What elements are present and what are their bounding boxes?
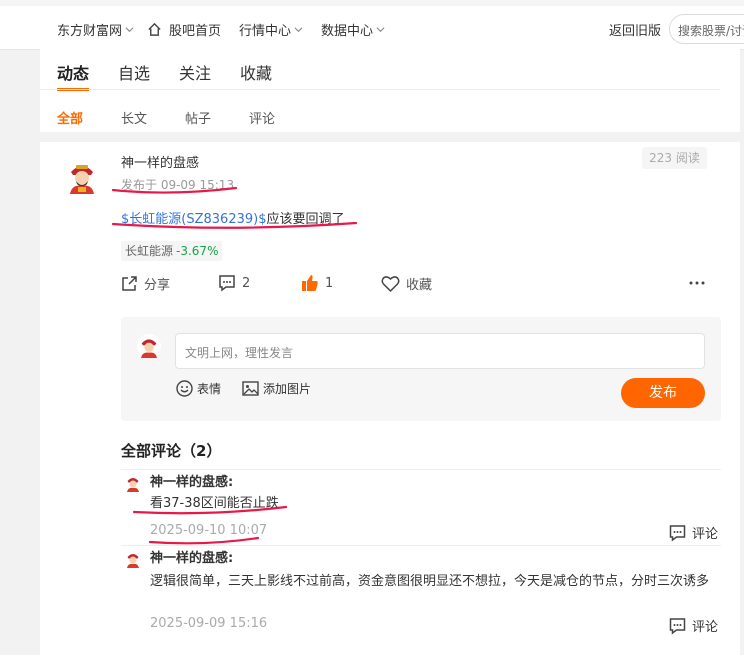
tab-dynamics[interactable]: 动态 bbox=[57, 60, 90, 91]
comment-icon bbox=[219, 275, 235, 292]
primary-tabs: 动态 自选 关注 收藏 bbox=[57, 60, 301, 91]
chevron-down-icon bbox=[294, 27, 303, 33]
comment-time: 2025-09-09 15:16 bbox=[150, 616, 268, 631]
search-input[interactable]: 搜索股票/讨论 bbox=[669, 14, 744, 44]
emoji-label: 表情 bbox=[197, 382, 222, 396]
stock-quote-chip[interactable]: 长虹能源 -3.67% bbox=[121, 241, 223, 261]
avatar[interactable] bbox=[124, 550, 142, 568]
post-author[interactable]: 神一样的盘感 bbox=[121, 152, 199, 171]
post-content: $长虹能源(SZ836239)$应该要回调了 bbox=[121, 208, 345, 227]
secondary-tabs: 全部 长文 帖子 评论 bbox=[57, 108, 313, 127]
top-navigation-bar: 东方财富网 股吧首页 行情中心 数据中心 返回旧版 搜索股票/讨论 bbox=[0, 0, 744, 50]
add-image-label: 添加图片 bbox=[263, 382, 312, 396]
comment-reply-label: 评论 bbox=[692, 527, 719, 542]
reply-input[interactable]: 文明上网，理性发言 bbox=[175, 333, 705, 369]
avatar[interactable] bbox=[124, 474, 142, 492]
comment-author[interactable]: 神一样的盘感: bbox=[150, 471, 233, 490]
comment-icon bbox=[669, 524, 686, 541]
add-image-button[interactable]: 添加图片 bbox=[242, 380, 311, 397]
top-edge bbox=[0, 0, 744, 6]
comment-text: 看37-38区间能否止跌 bbox=[150, 496, 279, 511]
stock-chip-change: -3.67% bbox=[176, 244, 219, 258]
comments-heading: 全部评论（2） bbox=[121, 442, 222, 460]
comment-reply-button[interactable]: 评论 bbox=[668, 616, 718, 635]
old-version-link[interactable]: 返回旧版 bbox=[609, 20, 661, 39]
post-actions: 分享 2 1 收藏 bbox=[120, 274, 710, 298]
nav-data-label: 数据中心 bbox=[321, 24, 374, 39]
stock-chip-name: 长虹能源 bbox=[125, 244, 174, 258]
chevron-down-icon bbox=[125, 27, 134, 33]
heart-icon bbox=[381, 275, 400, 292]
share-icon bbox=[122, 275, 137, 291]
more-icon bbox=[689, 281, 705, 285]
image-icon bbox=[242, 381, 259, 396]
comment-author[interactable]: 神一样的盘感: bbox=[150, 547, 233, 566]
comment-reply-button[interactable]: 评论 bbox=[668, 523, 718, 542]
like-button[interactable]: 1 bbox=[301, 274, 333, 292]
tab-favorites[interactable]: 收藏 bbox=[240, 60, 272, 90]
section-separator bbox=[40, 132, 740, 142]
comment-time: 2025-09-10 10:07 bbox=[150, 523, 268, 538]
more-options-button[interactable] bbox=[688, 274, 706, 292]
comment-text: 逻辑很简单，三天上影线不过前高，资金意图很明显还不想拉，今天是减仓的节点，分时三… bbox=[150, 574, 710, 589]
nav-site-menu[interactable]: 东方财富网 bbox=[57, 20, 134, 39]
nav-market-label: 行情中心 bbox=[239, 24, 292, 39]
subtab-long-posts[interactable]: 长文 bbox=[121, 108, 147, 127]
avatar[interactable] bbox=[64, 158, 100, 194]
search-placeholder: 搜索股票/讨论 bbox=[678, 24, 744, 38]
post-text: 应该要回调了 bbox=[266, 212, 345, 227]
old-version-label: 返回旧版 bbox=[609, 24, 662, 39]
publish-button[interactable]: 发布 bbox=[621, 378, 705, 408]
subtab-posts[interactable]: 帖子 bbox=[185, 108, 211, 127]
reply-placeholder: 文明上网，理性发言 bbox=[185, 346, 294, 360]
nav-data-menu[interactable]: 数据中心 bbox=[321, 20, 385, 39]
nav-home-link[interactable]: 股吧首页 bbox=[147, 20, 221, 39]
nav-home-label: 股吧首页 bbox=[169, 24, 222, 39]
comment-divider bbox=[121, 469, 721, 470]
emoji-icon bbox=[176, 380, 193, 397]
like-count: 1 bbox=[325, 275, 334, 291]
emoji-button[interactable]: 表情 bbox=[176, 380, 221, 397]
favorite-button[interactable]: 收藏 bbox=[381, 274, 432, 293]
home-icon bbox=[148, 22, 161, 36]
nav-site-label: 东方财富网 bbox=[57, 24, 123, 39]
tab-watchlist[interactable]: 自选 bbox=[118, 60, 150, 90]
share-button[interactable]: 分享 bbox=[120, 274, 170, 293]
chevron-down-icon bbox=[376, 27, 385, 33]
nav-market-menu[interactable]: 行情中心 bbox=[239, 20, 303, 39]
comment-reply-label: 评论 bbox=[692, 620, 719, 635]
comment-divider bbox=[121, 545, 721, 546]
share-label: 分享 bbox=[144, 278, 171, 293]
favorite-label: 收藏 bbox=[406, 278, 433, 293]
tab-following[interactable]: 关注 bbox=[179, 60, 211, 90]
post-time: 发布于 09-09 15:13 bbox=[121, 178, 235, 192]
subtab-comments[interactable]: 评论 bbox=[249, 108, 275, 127]
comment-icon bbox=[669, 617, 686, 634]
stock-mention-link[interactable]: $长虹能源(SZ836239)$ bbox=[121, 212, 266, 227]
reply-panel: 文明上网，理性发言 表情 添加图片 发布 bbox=[121, 317, 721, 421]
comment-count: 2 bbox=[242, 275, 251, 291]
main-panel: 动态 自选 关注 收藏 全部 长文 帖子 评论 神一样的盘感 发布于 09-09… bbox=[40, 48, 740, 655]
comment-button[interactable]: 2 bbox=[218, 274, 250, 292]
subtab-all[interactable]: 全部 bbox=[57, 108, 83, 127]
thumbs-up-icon bbox=[302, 275, 318, 291]
tabs-divider bbox=[40, 89, 720, 90]
avatar bbox=[137, 334, 161, 358]
read-count-badge: 223 阅读 bbox=[642, 147, 707, 169]
